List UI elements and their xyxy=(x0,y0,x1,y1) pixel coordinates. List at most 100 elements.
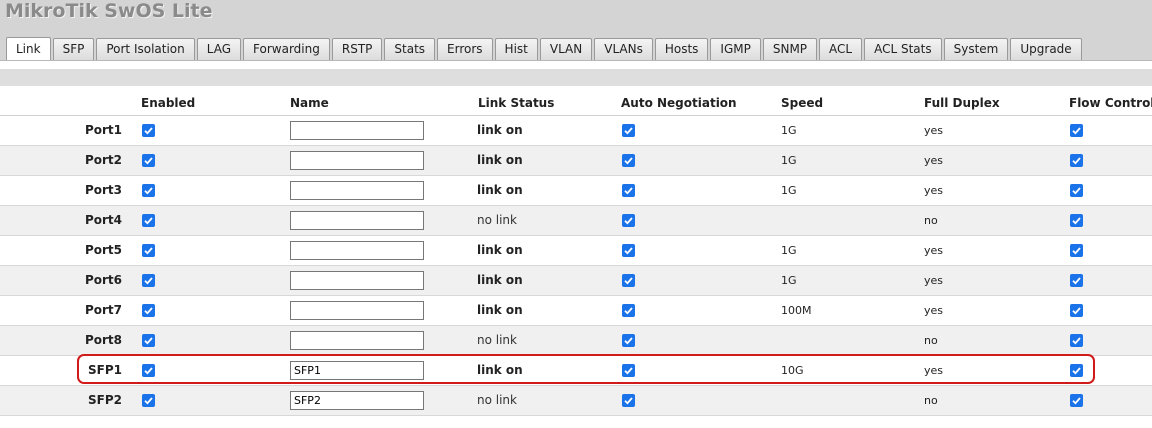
link-status: link on xyxy=(477,303,523,317)
checkmark-icon xyxy=(624,187,633,195)
checkmark-icon xyxy=(1072,127,1081,135)
table-row: Port1 link on 1G yes xyxy=(0,116,1152,146)
port-name-input[interactable] xyxy=(290,361,424,380)
auto-negotiation-checkbox[interactable] xyxy=(622,304,635,317)
checkmark-icon xyxy=(144,277,153,285)
flow-control-checkbox[interactable] xyxy=(1070,214,1083,227)
tab-link[interactable]: Link xyxy=(6,37,51,61)
tab-snmp[interactable]: SNMP xyxy=(762,38,818,60)
flow-control-checkbox[interactable] xyxy=(1070,364,1083,377)
port-name-input[interactable] xyxy=(290,181,424,200)
flow-control-checkbox[interactable] xyxy=(1070,154,1083,167)
link-status: no link xyxy=(477,393,517,407)
full-duplex-value: no xyxy=(924,394,938,407)
link-status: no link xyxy=(477,333,517,347)
flow-control-checkbox[interactable] xyxy=(1070,184,1083,197)
port-label: Port8 xyxy=(84,333,122,347)
speed-value: 1G xyxy=(781,274,797,287)
enabled-checkbox[interactable] xyxy=(142,244,155,257)
auto-negotiation-checkbox[interactable] xyxy=(622,124,635,137)
port-name-input[interactable] xyxy=(290,241,424,260)
tab-bar: Link SFP Port Isolation LAG Forwarding RSTP St… xyxy=(6,36,1084,61)
port-name-input[interactable] xyxy=(290,391,424,410)
tab-hist[interactable]: Hist xyxy=(494,38,538,60)
tab-errors[interactable]: Errors xyxy=(437,38,493,60)
tab-forwarding[interactable]: Forwarding xyxy=(243,38,330,60)
link-status: link on xyxy=(477,123,523,137)
tab-hosts[interactable]: Hosts xyxy=(654,38,709,60)
speed-value: 1G xyxy=(781,124,797,137)
full-duplex-value: yes xyxy=(924,184,944,197)
tab-stats[interactable]: Stats xyxy=(384,38,436,60)
port-name-input[interactable] xyxy=(290,301,424,320)
full-duplex-value: yes xyxy=(924,124,944,137)
full-duplex-value: yes xyxy=(924,154,944,167)
auto-negotiation-checkbox[interactable] xyxy=(622,214,635,227)
tab-rstp[interactable]: RSTP xyxy=(331,38,383,60)
checkmark-icon xyxy=(624,157,633,165)
tab-vlans[interactable]: VLANs xyxy=(594,38,653,60)
auto-negotiation-checkbox[interactable] xyxy=(622,274,635,287)
link-status: link on xyxy=(477,273,523,287)
full-duplex-value: yes xyxy=(924,274,944,287)
checkmark-icon xyxy=(144,397,153,405)
enabled-checkbox[interactable] xyxy=(142,214,155,227)
tab-system[interactable]: System xyxy=(943,38,1009,60)
full-duplex-value: yes xyxy=(924,304,944,317)
checkmark-icon xyxy=(1072,277,1081,285)
checkmark-icon xyxy=(144,187,153,195)
checkmark-icon xyxy=(624,397,633,405)
checkmark-icon xyxy=(144,157,153,165)
auto-negotiation-checkbox[interactable] xyxy=(622,364,635,377)
port-name-input[interactable] xyxy=(290,271,424,290)
table-row: Port6 link on 1G yes xyxy=(0,266,1152,296)
tab-upgrade[interactable]: Upgrade xyxy=(1010,38,1082,60)
flow-control-checkbox[interactable] xyxy=(1070,124,1083,137)
enabled-checkbox[interactable] xyxy=(142,304,155,317)
enabled-checkbox[interactable] xyxy=(142,124,155,137)
tab-port-isolation[interactable]: Port Isolation xyxy=(96,38,195,60)
tab-vlan[interactable]: VLAN xyxy=(539,38,593,60)
link-status: link on xyxy=(477,153,523,167)
auto-negotiation-checkbox[interactable] xyxy=(622,394,635,407)
enabled-checkbox[interactable] xyxy=(142,184,155,197)
port-name-input[interactable] xyxy=(290,121,424,140)
auto-negotiation-checkbox[interactable] xyxy=(622,154,635,167)
checkmark-icon xyxy=(144,247,153,255)
flow-control-checkbox[interactable] xyxy=(1070,244,1083,257)
link-status: no link xyxy=(477,213,517,227)
checkmark-icon xyxy=(1072,397,1081,405)
flow-control-checkbox[interactable] xyxy=(1070,274,1083,287)
auto-negotiation-checkbox[interactable] xyxy=(622,244,635,257)
link-panel: Enabled Name Link Status Auto Negotiatio… xyxy=(0,60,1152,428)
flow-control-checkbox[interactable] xyxy=(1070,304,1083,317)
checkmark-icon xyxy=(1072,247,1081,255)
tab-igmp[interactable]: IGMP xyxy=(710,38,761,60)
port-label: Port4 xyxy=(84,213,122,227)
port-name-input[interactable] xyxy=(290,211,424,230)
port-label: SFP2 xyxy=(88,393,122,407)
flow-control-checkbox[interactable] xyxy=(1070,394,1083,407)
flow-control-checkbox[interactable] xyxy=(1070,334,1083,347)
checkmark-icon xyxy=(1072,187,1081,195)
enabled-checkbox[interactable] xyxy=(142,274,155,287)
tab-acl-stats[interactable]: ACL Stats xyxy=(864,38,942,60)
tab-sfp[interactable]: SFP xyxy=(52,38,95,60)
auto-negotiation-checkbox[interactable] xyxy=(622,334,635,347)
port-label: Port2 xyxy=(84,153,122,167)
enabled-checkbox[interactable] xyxy=(142,364,155,377)
auto-negotiation-checkbox[interactable] xyxy=(622,184,635,197)
tab-acl[interactable]: ACL xyxy=(819,38,863,60)
checkmark-icon xyxy=(1072,217,1081,225)
port-name-input[interactable] xyxy=(290,331,424,350)
port-label: Port1 xyxy=(84,123,122,137)
checkmark-icon xyxy=(624,247,633,255)
enabled-checkbox[interactable] xyxy=(142,394,155,407)
header-name: Name xyxy=(290,96,329,110)
table-row: Port5 link on 1G yes xyxy=(0,236,1152,266)
port-name-input[interactable] xyxy=(290,151,424,170)
tab-lag[interactable]: LAG xyxy=(196,38,242,60)
checkmark-icon xyxy=(144,217,153,225)
enabled-checkbox[interactable] xyxy=(142,154,155,167)
enabled-checkbox[interactable] xyxy=(142,334,155,347)
